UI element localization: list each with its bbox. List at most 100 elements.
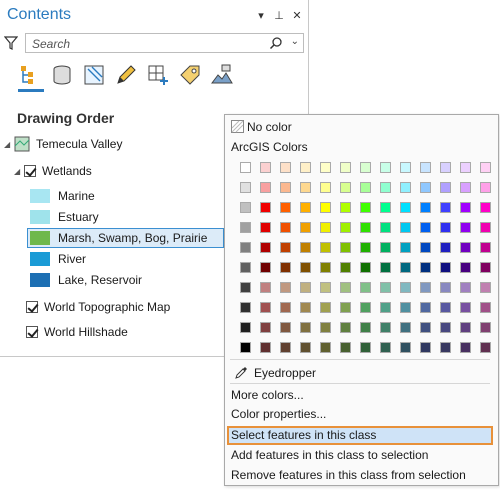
color-swatch[interactable] [400, 162, 411, 173]
color-swatch[interactable] [300, 162, 311, 173]
color-swatch[interactable] [360, 322, 371, 333]
color-swatch[interactable] [260, 282, 271, 293]
color-swatch[interactable] [280, 282, 291, 293]
legend-class-row[interactable]: Estuary [30, 207, 99, 227]
color-swatch[interactable] [300, 182, 311, 193]
search-input[interactable] [30, 35, 254, 53]
color-swatch[interactable] [320, 302, 331, 313]
symbol-swatch[interactable] [30, 273, 50, 287]
color-swatch[interactable] [440, 302, 451, 313]
no-color-item[interactable]: No color [247, 118, 292, 136]
list-by-drawing-order-icon[interactable] [18, 63, 44, 92]
search-options-chevron-icon[interactable]: ⌄ [291, 36, 299, 47]
color-swatch[interactable] [260, 162, 271, 173]
color-swatch[interactable] [420, 282, 431, 293]
legend-class-row[interactable]: Marine [30, 186, 95, 206]
remove-features-item[interactable]: Remove features in this class from selec… [231, 466, 466, 484]
collapse-icon[interactable]: ◢ [14, 167, 24, 176]
color-swatch[interactable] [300, 302, 311, 313]
color-swatch[interactable] [440, 282, 451, 293]
color-swatch[interactable] [420, 222, 431, 233]
color-swatch[interactable] [380, 242, 391, 253]
color-swatch[interactable] [400, 222, 411, 233]
symbol-swatch[interactable] [30, 189, 50, 203]
color-swatch[interactable] [240, 302, 251, 313]
color-swatch[interactable] [280, 342, 291, 353]
color-swatch[interactable] [360, 242, 371, 253]
symbol-swatch[interactable] [30, 210, 50, 224]
color-swatch[interactable] [340, 282, 351, 293]
color-swatch[interactable] [320, 262, 331, 273]
color-swatch[interactable] [360, 262, 371, 273]
color-swatch[interactable] [340, 202, 351, 213]
color-swatch[interactable] [260, 242, 271, 253]
color-swatch[interactable] [300, 342, 311, 353]
color-swatch[interactable] [480, 262, 491, 273]
color-swatch[interactable] [440, 322, 451, 333]
color-swatch[interactable] [420, 302, 431, 313]
color-swatch[interactable] [240, 222, 251, 233]
color-swatch[interactable] [340, 222, 351, 233]
color-swatch[interactable] [300, 322, 311, 333]
color-swatch[interactable] [440, 262, 451, 273]
color-swatch[interactable] [360, 222, 371, 233]
color-swatch[interactable] [340, 242, 351, 253]
color-swatch[interactable] [360, 202, 371, 213]
color-swatch[interactable] [460, 322, 471, 333]
eyedropper-item[interactable]: Eyedropper [254, 364, 316, 382]
color-swatch[interactable] [320, 182, 331, 193]
color-swatch[interactable] [380, 302, 391, 313]
color-swatch[interactable] [400, 242, 411, 253]
map-row[interactable]: ◢ Temecula Valley [4, 134, 122, 154]
color-swatch[interactable] [380, 342, 391, 353]
legend-class-row-selected[interactable]: Marsh, Swamp, Bog, Prairie [30, 228, 207, 248]
color-swatch[interactable] [320, 342, 331, 353]
legend-class-row[interactable]: River [30, 249, 86, 269]
color-swatch[interactable] [280, 322, 291, 333]
color-swatch[interactable] [440, 202, 451, 213]
color-swatch[interactable] [300, 262, 311, 273]
color-swatch[interactable] [280, 262, 291, 273]
color-swatch[interactable] [400, 302, 411, 313]
color-swatch[interactable] [420, 322, 431, 333]
collapse-icon[interactable]: ◢ [4, 140, 14, 149]
color-swatch[interactable] [460, 202, 471, 213]
color-swatch[interactable] [480, 222, 491, 233]
color-swatch[interactable] [360, 282, 371, 293]
color-swatch[interactable] [300, 202, 311, 213]
list-by-selection-icon[interactable] [82, 63, 106, 87]
color-swatch[interactable] [480, 182, 491, 193]
list-by-source-icon[interactable] [50, 63, 74, 87]
add-features-item[interactable]: Add features in this class to selection [231, 446, 428, 464]
list-by-perspective-imagery-icon[interactable] [210, 63, 234, 87]
color-swatch[interactable] [240, 182, 251, 193]
color-swatch[interactable] [320, 322, 331, 333]
color-swatch[interactable] [240, 282, 251, 293]
color-swatch[interactable] [320, 222, 331, 233]
color-swatch[interactable] [260, 342, 271, 353]
color-swatch[interactable] [480, 322, 491, 333]
list-by-labeling-icon[interactable] [178, 63, 202, 87]
layer-row-wetlands[interactable]: ◢ Wetlands [14, 161, 92, 181]
color-swatch[interactable] [340, 182, 351, 193]
color-swatch[interactable] [240, 342, 251, 353]
color-swatch[interactable] [460, 282, 471, 293]
color-swatch[interactable] [480, 282, 491, 293]
color-swatch[interactable] [460, 162, 471, 173]
color-swatch[interactable] [260, 182, 271, 193]
color-swatch[interactable] [360, 342, 371, 353]
color-swatch[interactable] [260, 222, 271, 233]
more-colors-item[interactable]: More colors... [231, 386, 304, 404]
color-swatch[interactable] [380, 182, 391, 193]
color-swatch[interactable] [300, 242, 311, 253]
color-swatch[interactable] [300, 282, 311, 293]
color-swatch[interactable] [280, 202, 291, 213]
color-swatch[interactable] [420, 242, 431, 253]
close-icon[interactable]: ✕ [291, 9, 303, 22]
color-swatch[interactable] [240, 202, 251, 213]
color-swatch[interactable] [380, 282, 391, 293]
color-swatch[interactable] [460, 302, 471, 313]
color-swatch[interactable] [260, 262, 271, 273]
color-swatch[interactable] [320, 202, 331, 213]
color-swatch[interactable] [240, 322, 251, 333]
